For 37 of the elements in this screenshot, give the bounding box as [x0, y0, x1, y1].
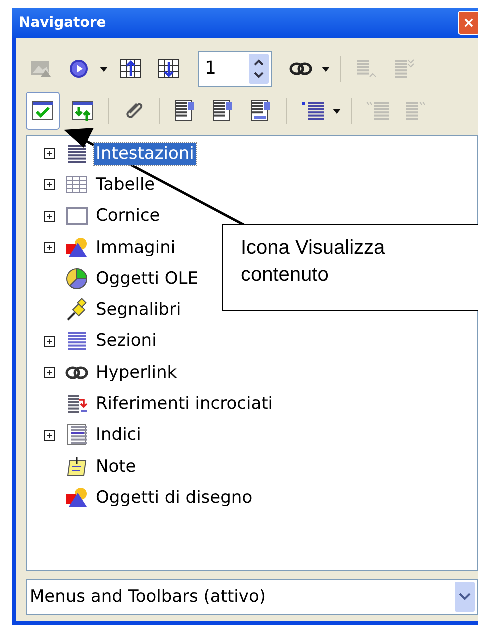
tree-item[interactable]: Cornice [94, 205, 162, 228]
tree-item[interactable]: Sezioni [94, 330, 159, 352]
note-icon [65, 454, 89, 479]
tree-item[interactable]: Note [94, 456, 138, 478]
tree-item[interactable]: Oggetti OLE [94, 268, 200, 290]
callout-text: Icona Visualizza contenuto [241, 236, 386, 288]
dropdown-arrow-icon[interactable] [333, 108, 341, 114]
page-number-field[interactable]: 1 [198, 51, 272, 87]
tree-item[interactable]: Indici [94, 424, 144, 446]
window-title: Navigatore [18, 15, 106, 31]
expand-icon[interactable] [44, 336, 54, 347]
expand-icon[interactable] [44, 242, 54, 254]
tree-item[interactable]: Oggetti di disegno [94, 486, 255, 509]
tree-item[interactable]: Intestazioni [94, 142, 196, 165]
close-button[interactable] [458, 11, 478, 35]
spin-buttons-icon[interactable] [249, 54, 269, 84]
shapes-icon [65, 236, 89, 260]
expand-icon[interactable] [44, 367, 54, 378]
tree-item[interactable]: Hyperlink [94, 362, 180, 384]
expand-icon[interactable] [44, 148, 54, 160]
pie-chart-icon [65, 266, 89, 291]
tree-item[interactable]: Segnalibri [94, 299, 184, 322]
dropdown-arrow-icon[interactable] [322, 66, 330, 72]
expand-icon[interactable] [44, 210, 54, 222]
tree-item[interactable]: Tabelle [94, 174, 158, 196]
close-icon [463, 16, 475, 30]
expand-icon[interactable] [44, 179, 54, 190]
shapes-icon [65, 486, 89, 510]
tree-item[interactable]: Riferimenti incrociati [94, 393, 276, 416]
chevron-down-icon[interactable] [455, 582, 475, 612]
pushpin-icon [65, 298, 89, 322]
dropdown-arrow-icon[interactable] [100, 66, 108, 72]
expand-icon[interactable] [44, 430, 54, 441]
window-check-icon[interactable] [26, 92, 60, 130]
document-select[interactable]: Menus and Toolbars (attivo) [26, 579, 478, 615]
tree-item[interactable]: Immagini [94, 236, 178, 259]
list-icon [65, 423, 89, 448]
